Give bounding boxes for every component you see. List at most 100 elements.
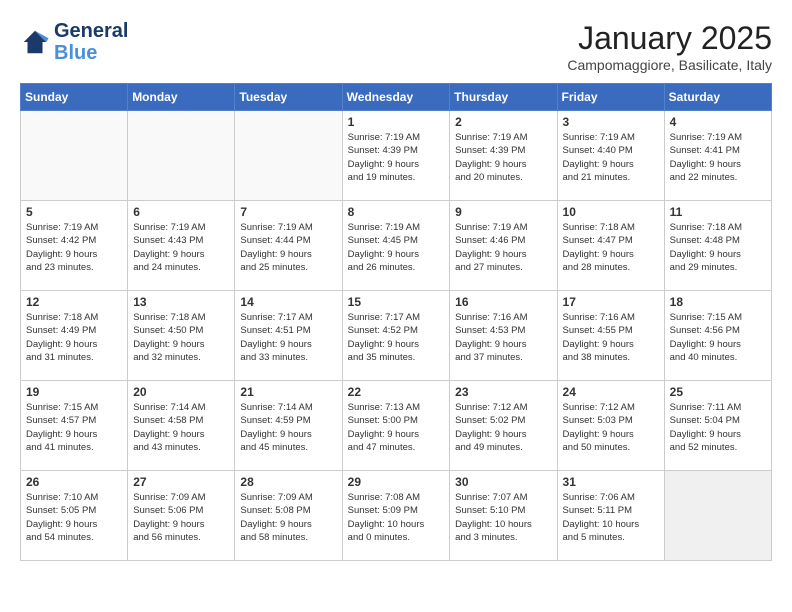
calendar-week-row: 12Sunrise: 7:18 AM Sunset: 4:49 PM Dayli…: [21, 291, 772, 381]
table-row: 6 Sunrise: 7:19 AM Sunset: 4:43 PM Daylig…: [128, 201, 235, 291]
table-row: 2 Sunrise: 7:19 AM Sunset: 4:39 PM Daylig…: [450, 111, 557, 201]
day-info: Sunrise: 7:09 AM Sunset: 5:08 PM Dayligh…: [240, 491, 336, 544]
day-info: Sunrise: 7:19 AM Sunset: 4:42 PM Dayligh…: [26, 221, 122, 274]
table-row: 24 Sunrise: 7:12 AM Sunset: 5:03 PM Dayli…: [557, 381, 664, 471]
day-number: 10: [563, 205, 659, 219]
table-row: 10 Sunrise: 7:18 AM Sunset: 4:47 PM Dayli…: [557, 201, 664, 291]
day-info: Sunrise: 7:19 AM Sunset: 4:40 PM Dayligh…: [563, 131, 659, 184]
table-row: [664, 471, 771, 561]
day-info: Sunrise: 7:11 AM Sunset: 5:04 PM Dayligh…: [670, 401, 766, 454]
col-saturday: Saturday: [664, 84, 771, 111]
table-row: 14 Sunrise: 7:17 AM Sunset: 4:51 PM Dayli…: [235, 291, 342, 381]
table-row: 19 Sunrise: 7:15 AM Sunset: 4:57 PM Dayli…: [21, 381, 128, 471]
day-number: 25: [670, 385, 766, 399]
table-row: 18Sunrise: 7:15 AM Sunset: 4:56 PM Dayli…: [664, 291, 771, 381]
calendar-week-row: 1 Sunrise: 7:19 AM Sunset: 4:39 PM Daylig…: [21, 111, 772, 201]
day-number: 15: [348, 295, 445, 309]
calendar-week-row: 26 Sunrise: 7:10 AM Sunset: 5:05 PM Dayli…: [21, 471, 772, 561]
day-info: Sunrise: 7:18 AM Sunset: 4:48 PM Dayligh…: [670, 221, 766, 274]
day-info: Sunrise: 7:09 AM Sunset: 5:06 PM Dayligh…: [133, 491, 229, 544]
logo: General Blue: [20, 20, 128, 64]
day-number: 2: [455, 115, 551, 129]
col-wednesday: Wednesday: [342, 84, 450, 111]
day-info: Sunrise: 7:19 AM Sunset: 4:39 PM Dayligh…: [455, 131, 551, 184]
day-number: 5: [26, 205, 122, 219]
day-info: Sunrise: 7:10 AM Sunset: 5:05 PM Dayligh…: [26, 491, 122, 544]
table-row: 11 Sunrise: 7:18 AM Sunset: 4:48 PM Dayli…: [664, 201, 771, 291]
day-info: Sunrise: 7:14 AM Sunset: 4:59 PM Dayligh…: [240, 401, 336, 454]
table-row: 3 Sunrise: 7:19 AM Sunset: 4:40 PM Daylig…: [557, 111, 664, 201]
day-number: 26: [26, 475, 122, 489]
calendar-week-row: 19 Sunrise: 7:15 AM Sunset: 4:57 PM Dayli…: [21, 381, 772, 471]
calendar-table: Sunday Monday Tuesday Wednesday Thursday…: [20, 83, 772, 561]
day-number: 30: [455, 475, 551, 489]
day-number: 7: [240, 205, 336, 219]
day-info: Sunrise: 7:16 AM Sunset: 4:53 PM Dayligh…: [455, 311, 551, 364]
table-row: 15 Sunrise: 7:17 AM Sunset: 4:52 PM Dayli…: [342, 291, 450, 381]
day-info: Sunrise: 7:19 AM Sunset: 4:39 PM Dayligh…: [348, 131, 445, 184]
table-row: 28 Sunrise: 7:09 AM Sunset: 5:08 PM Dayli…: [235, 471, 342, 561]
col-monday: Monday: [128, 84, 235, 111]
day-number: 13: [133, 295, 229, 309]
calendar-week-row: 5 Sunrise: 7:19 AM Sunset: 4:42 PM Daylig…: [21, 201, 772, 291]
day-number: 20: [133, 385, 229, 399]
table-row: 1 Sunrise: 7:19 AM Sunset: 4:39 PM Daylig…: [342, 111, 450, 201]
day-info: Sunrise: 7:19 AM Sunset: 4:43 PM Dayligh…: [133, 221, 229, 274]
table-row: 23 Sunrise: 7:12 AM Sunset: 5:02 PM Dayli…: [450, 381, 557, 471]
day-number: 19: [26, 385, 122, 399]
day-info: Sunrise: 7:12 AM Sunset: 5:02 PM Dayligh…: [455, 401, 551, 454]
day-number: 21: [240, 385, 336, 399]
table-row: 20 Sunrise: 7:14 AM Sunset: 4:58 PM Dayli…: [128, 381, 235, 471]
col-sunday: Sunday: [21, 84, 128, 111]
day-info: Sunrise: 7:13 AM Sunset: 5:00 PM Dayligh…: [348, 401, 445, 454]
day-info: Sunrise: 7:18 AM Sunset: 4:50 PM Dayligh…: [133, 311, 229, 364]
logo-text-line1: General: [54, 20, 128, 42]
table-row: 21 Sunrise: 7:14 AM Sunset: 4:59 PM Dayli…: [235, 381, 342, 471]
day-number: 28: [240, 475, 336, 489]
table-row: 31 Sunrise: 7:06 AM Sunset: 5:11 PM Dayli…: [557, 471, 664, 561]
month-title: January 2025: [567, 20, 772, 57]
day-info: Sunrise: 7:15 AM Sunset: 4:57 PM Dayligh…: [26, 401, 122, 454]
day-number: 6: [133, 205, 229, 219]
day-info: Sunrise: 7:17 AM Sunset: 4:51 PM Dayligh…: [240, 311, 336, 364]
day-info: Sunrise: 7:08 AM Sunset: 5:09 PM Dayligh…: [348, 491, 445, 544]
day-info: Sunrise: 7:14 AM Sunset: 4:58 PM Dayligh…: [133, 401, 229, 454]
day-number: 14: [240, 295, 336, 309]
day-number: 12: [26, 295, 122, 309]
day-number: 1: [348, 115, 445, 129]
table-row: 13 Sunrise: 7:18 AM Sunset: 4:50 PM Dayli…: [128, 291, 235, 381]
table-row: 27Sunrise: 7:09 AM Sunset: 5:06 PM Dayli…: [128, 471, 235, 561]
day-number: 24: [563, 385, 659, 399]
col-thursday: Thursday: [450, 84, 557, 111]
calendar-header-row: Sunday Monday Tuesday Wednesday Thursday…: [21, 84, 772, 111]
table-row: [21, 111, 128, 201]
day-number: 8: [348, 205, 445, 219]
day-number: 23: [455, 385, 551, 399]
day-info: Sunrise: 7:19 AM Sunset: 4:45 PM Dayligh…: [348, 221, 445, 274]
day-info: Sunrise: 7:19 AM Sunset: 4:46 PM Dayligh…: [455, 221, 551, 274]
day-info: Sunrise: 7:17 AM Sunset: 4:52 PM Dayligh…: [348, 311, 445, 364]
day-info: Sunrise: 7:07 AM Sunset: 5:10 PM Dayligh…: [455, 491, 551, 544]
logo-icon: [20, 27, 50, 57]
title-block: January 2025 Campomaggiore, Basilicate, …: [567, 20, 772, 73]
day-number: 4: [670, 115, 766, 129]
table-row: 22Sunrise: 7:13 AM Sunset: 5:00 PM Dayli…: [342, 381, 450, 471]
day-info: Sunrise: 7:15 AM Sunset: 4:56 PM Dayligh…: [670, 311, 766, 364]
day-number: 9: [455, 205, 551, 219]
table-row: 29Sunrise: 7:08 AM Sunset: 5:09 PM Dayli…: [342, 471, 450, 561]
day-info: Sunrise: 7:16 AM Sunset: 4:55 PM Dayligh…: [563, 311, 659, 364]
table-row: 25 Sunrise: 7:11 AM Sunset: 5:04 PM Dayli…: [664, 381, 771, 471]
col-tuesday: Tuesday: [235, 84, 342, 111]
day-info: Sunrise: 7:06 AM Sunset: 5:11 PM Dayligh…: [563, 491, 659, 544]
day-number: 3: [563, 115, 659, 129]
logo-text-line2: Blue: [54, 42, 128, 64]
table-row: 26 Sunrise: 7:10 AM Sunset: 5:05 PM Dayli…: [21, 471, 128, 561]
day-info: Sunrise: 7:18 AM Sunset: 4:47 PM Dayligh…: [563, 221, 659, 274]
day-number: 17: [563, 295, 659, 309]
day-number: 11: [670, 205, 766, 219]
day-number: 16: [455, 295, 551, 309]
table-row: 12Sunrise: 7:18 AM Sunset: 4:49 PM Dayli…: [21, 291, 128, 381]
day-number: 31: [563, 475, 659, 489]
day-info: Sunrise: 7:12 AM Sunset: 5:03 PM Dayligh…: [563, 401, 659, 454]
table-row: [128, 111, 235, 201]
